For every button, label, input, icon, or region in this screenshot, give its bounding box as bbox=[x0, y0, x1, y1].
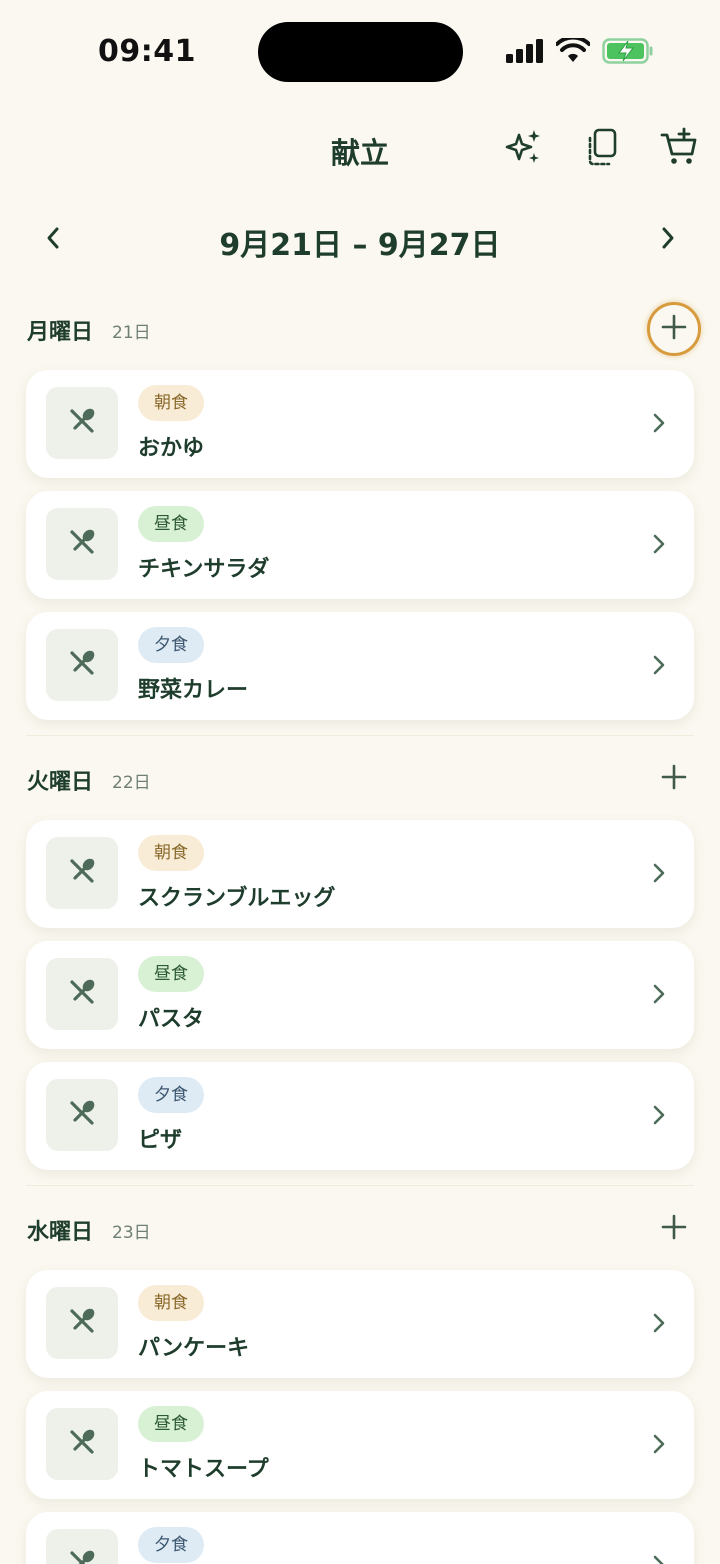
status-icons bbox=[506, 35, 654, 68]
meal-type-badge: 夕食 bbox=[138, 1077, 204, 1113]
utensils-icon bbox=[67, 1548, 97, 1564]
day-name: 火曜日 bbox=[27, 770, 94, 795]
plus-icon bbox=[661, 1214, 687, 1244]
chevron-right-icon bbox=[646, 650, 672, 680]
meal-card[interactable]: 昼食 チキンサラダ bbox=[26, 491, 694, 599]
week-range-label: 9月21日 – 9月27日 bbox=[219, 228, 501, 263]
utensils-icon bbox=[67, 977, 97, 1011]
chevron-right-icon bbox=[646, 1550, 672, 1564]
meal-name: パンケーキ bbox=[138, 1336, 250, 1361]
meal-type-badge: 昼食 bbox=[138, 1406, 204, 1442]
meal-type-badge: 朝食 bbox=[138, 385, 204, 421]
utensils-icon bbox=[67, 1306, 97, 1340]
battery-charging-icon bbox=[602, 38, 654, 68]
day-date: 21日 bbox=[112, 323, 151, 343]
section-divider bbox=[26, 735, 694, 736]
day-header-tuesday: 火曜日 22日 bbox=[0, 754, 720, 804]
meal-thumbnail bbox=[46, 1408, 118, 1480]
day-name: 水曜日 bbox=[27, 1220, 94, 1245]
dynamic-island bbox=[258, 22, 463, 82]
cart-add-icon bbox=[659, 127, 699, 171]
utensils-icon bbox=[67, 856, 97, 890]
meal-thumbnail bbox=[46, 958, 118, 1030]
meal-thumbnail bbox=[46, 837, 118, 909]
copy-button[interactable] bbox=[578, 126, 624, 172]
add-meal-button-wednesday[interactable] bbox=[647, 1202, 701, 1256]
status-bar: 09:41 bbox=[0, 0, 720, 100]
chevron-right-icon bbox=[646, 408, 672, 438]
day-header-wednesday: 水曜日 23日 bbox=[0, 1204, 720, 1254]
chevron-right-icon bbox=[646, 858, 672, 888]
day-date: 23日 bbox=[112, 1223, 151, 1243]
add-to-cart-button[interactable] bbox=[656, 126, 702, 172]
meal-type-badge: 朝食 bbox=[138, 1285, 204, 1321]
utensils-icon bbox=[67, 527, 97, 561]
utensils-icon bbox=[67, 1427, 97, 1461]
meal-thumbnail bbox=[46, 629, 118, 701]
cellular-signal-icon bbox=[506, 39, 544, 67]
meal-card[interactable]: 昼食 トマトスープ bbox=[26, 1391, 694, 1499]
week-navigator: 9月21日 – 9月27日 bbox=[0, 214, 720, 266]
meal-type-badge: 昼食 bbox=[138, 956, 204, 992]
sparkles-icon bbox=[504, 127, 544, 171]
copy-icon bbox=[583, 127, 619, 171]
meal-card[interactable]: 朝食 おかゆ bbox=[26, 370, 694, 478]
meal-name: チキンサラダ bbox=[138, 557, 270, 582]
meal-card[interactable]: 昼食 パスタ bbox=[26, 941, 694, 1049]
wifi-icon bbox=[555, 35, 591, 68]
meal-name: おかゆ bbox=[138, 436, 205, 461]
meal-thumbnail bbox=[46, 1079, 118, 1151]
meal-thumbnail bbox=[46, 387, 118, 459]
utensils-icon bbox=[67, 648, 97, 682]
add-meal-button-tuesday[interactable] bbox=[647, 752, 701, 806]
section-divider bbox=[26, 1185, 694, 1186]
app-header: 献立 bbox=[0, 120, 720, 180]
chevron-right-icon bbox=[646, 1308, 672, 1338]
meal-card[interactable]: 夕食 bbox=[26, 1512, 694, 1564]
meal-type-badge: 夕食 bbox=[138, 627, 204, 663]
chevron-right-icon bbox=[646, 529, 672, 559]
next-week-button[interactable] bbox=[648, 220, 688, 260]
meal-name: パスタ bbox=[138, 1007, 205, 1032]
chevron-right-icon bbox=[646, 1100, 672, 1130]
status-time: 09:41 bbox=[98, 34, 196, 69]
add-meal-button-monday[interactable] bbox=[647, 302, 701, 356]
utensils-icon bbox=[67, 406, 97, 440]
ai-suggest-button[interactable] bbox=[501, 126, 547, 172]
meal-card[interactable]: 夕食 ピザ bbox=[26, 1062, 694, 1170]
meal-name: トマトスープ bbox=[138, 1457, 269, 1482]
chevron-right-icon bbox=[660, 226, 676, 254]
meal-name: 野菜カレー bbox=[138, 678, 249, 703]
chevron-right-icon bbox=[646, 979, 672, 1009]
meal-card[interactable]: 朝食 スクランブルエッグ bbox=[26, 820, 694, 928]
meal-thumbnail bbox=[46, 508, 118, 580]
meal-card[interactable]: 夕食 野菜カレー bbox=[26, 612, 694, 720]
chevron-right-icon bbox=[646, 1429, 672, 1459]
day-date: 22日 bbox=[112, 773, 151, 793]
meal-name: ピザ bbox=[138, 1128, 183, 1153]
meal-type-badge: 朝食 bbox=[138, 835, 204, 871]
meal-type-badge: 昼食 bbox=[138, 506, 204, 542]
plus-icon bbox=[661, 314, 687, 344]
plus-icon bbox=[661, 764, 687, 794]
day-name: 月曜日 bbox=[27, 320, 94, 345]
meal-type-badge: 夕食 bbox=[138, 1527, 204, 1563]
utensils-icon bbox=[67, 1098, 97, 1132]
meal-thumbnail bbox=[46, 1287, 118, 1359]
meal-thumbnail bbox=[46, 1529, 118, 1564]
meal-name: スクランブルエッグ bbox=[138, 886, 336, 911]
day-header-monday: 月曜日 21日 bbox=[0, 302, 720, 356]
meal-card[interactable]: 朝食 パンケーキ bbox=[26, 1270, 694, 1378]
